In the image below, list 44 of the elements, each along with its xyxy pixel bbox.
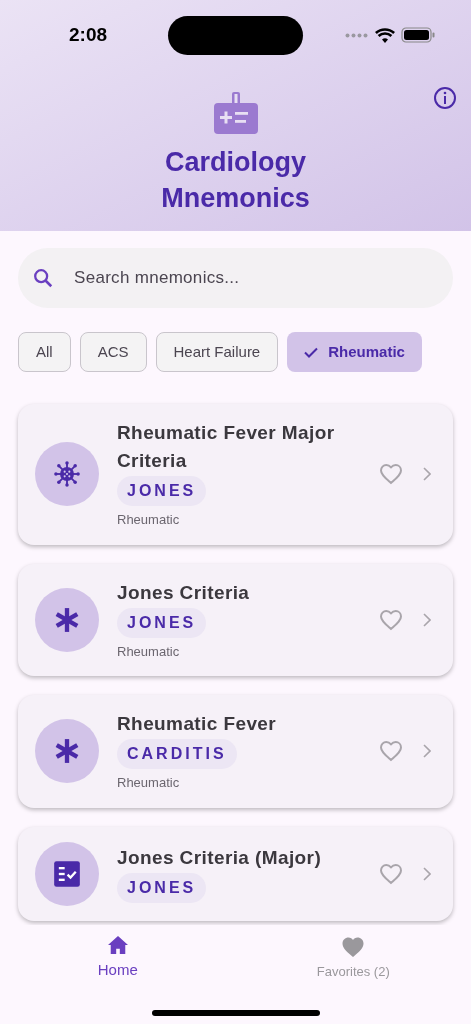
virus-icon	[53, 460, 81, 489]
card-title: Jones Criteria (Major)	[117, 846, 322, 870]
filter-chip[interactable]: ACS	[79, 332, 147, 372]
mnemonic-tag: JONES	[117, 607, 207, 638]
medical-kit-icon	[212, 90, 259, 136]
info-icon[interactable]	[433, 86, 457, 110]
chevron-right-icon	[423, 612, 431, 627]
category-label: Rheumatic	[117, 642, 180, 661]
mnemonic-tag: JONES	[117, 873, 207, 903]
search-field[interactable]: Search mnemonics...	[18, 248, 453, 308]
filter-chip[interactable]: Rheumatic	[287, 332, 422, 372]
checklist-icon	[53, 859, 81, 888]
category-label: Rheumatic	[117, 774, 180, 792]
filter-chip[interactable]: All	[18, 332, 71, 372]
filter-chip[interactable]: Heart Failure	[155, 332, 279, 372]
heart-outline-icon[interactable]	[379, 463, 403, 486]
wifi-icon	[375, 27, 395, 43]
mnemonic-tag: CARDITIS	[117, 739, 237, 769]
status-time: 2:08	[68, 22, 108, 47]
chevron-right-icon	[423, 744, 431, 759]
heart-icon	[341, 936, 366, 958]
battery-icon	[401, 27, 435, 43]
heart-outline-icon[interactable]	[379, 862, 403, 885]
nav-tab[interactable]: Home	[0, 925, 236, 1024]
signal-icon	[345, 32, 369, 38]
asterisk-icon	[54, 606, 80, 633]
chevron-right-icon	[423, 467, 431, 482]
category-label: Rheumatic	[117, 511, 180, 529]
asterisk-icon	[54, 738, 80, 765]
app-title: Cardiology Mnemonics	[160, 146, 311, 215]
chevron-right-icon	[423, 866, 431, 881]
mnemonic-tag: JONES	[117, 476, 207, 506]
mnemonic-card[interactable]: Jones Criteria JONES Rheumatic	[18, 563, 453, 676]
mnemonic-card[interactable]: Jones Criteria (Major) JONES	[18, 826, 453, 921]
heart-outline-icon[interactable]	[379, 608, 403, 631]
home-icon	[106, 935, 129, 955]
mnemonic-card[interactable]: Rheumatic Fever CARDITIS Rheumatic	[18, 695, 453, 808]
search-icon	[32, 267, 54, 289]
card-title: Rheumatic Fever Major Criteria	[117, 421, 336, 473]
card-title: Jones Criteria	[117, 580, 250, 605]
mnemonic-card[interactable]: Rheumatic Fever Major Criteria JONES Rheumatic	[18, 404, 453, 545]
heart-outline-icon[interactable]	[379, 740, 403, 763]
check-icon	[304, 346, 319, 358]
card-title: Rheumatic Fever	[117, 712, 277, 736]
